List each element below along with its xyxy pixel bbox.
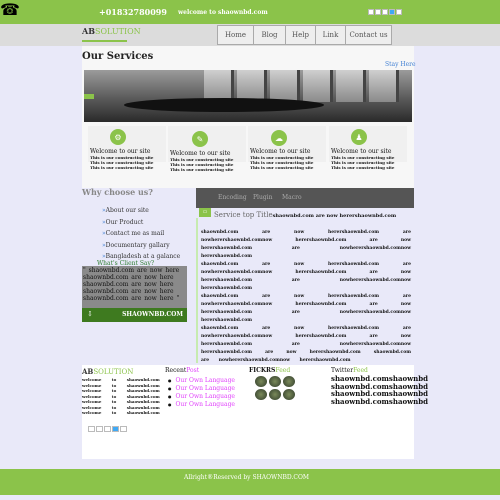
twitter-icon[interactable] <box>389 9 395 15</box>
rss-icon[interactable] <box>375 9 381 15</box>
list-item[interactable]: Our Own Language <box>168 393 235 401</box>
copyright-text: Allright®Reserved by SHAOWNBD.COM <box>184 474 310 481</box>
recent-post-title: RecentPost <box>165 367 200 374</box>
why-title: Why choose us? <box>82 187 153 197</box>
nav-help[interactable]: Help <box>285 25 316 45</box>
photo-thumb[interactable] <box>255 376 267 387</box>
list-item[interactable]: »About our site <box>102 205 180 217</box>
flickr-title: FICKRSFeed <box>249 367 291 374</box>
photo-thumb[interactable] <box>269 389 281 400</box>
logo-underline <box>82 40 127 42</box>
linkedin-icon[interactable] <box>396 9 402 15</box>
footer-about-text: welcome to shaownbd.com welcome to shaow… <box>82 377 160 415</box>
list-item[interactable]: »Documentary gallary <box>102 240 180 252</box>
google-icon[interactable] <box>382 9 388 15</box>
photo-thumb[interactable] <box>269 376 281 387</box>
service-card-title: Welcome to our site <box>170 150 231 157</box>
chat-icon: ☁ <box>271 130 287 146</box>
social-links-top <box>368 9 402 15</box>
photo-thumb[interactable] <box>255 389 267 400</box>
list-item[interactable]: shaownbd.comshaownbd <box>331 397 428 406</box>
service-card-text: This is our constructing site This is our… <box>331 155 395 170</box>
service-card-text: This is our constructing site This is our… <box>250 155 314 170</box>
recent-post-list: Our Own Language Our Own Language Our Ow… <box>168 377 235 409</box>
rss-icon[interactable] <box>96 426 103 432</box>
phone-icon: ☎ <box>0 0 20 19</box>
paragraph: shaownbd.com are now herershaownbd.com a… <box>201 294 411 323</box>
service-card-text: This is our constructing site This is our… <box>90 155 154 170</box>
nav-link[interactable]: Link <box>315 25 346 45</box>
services-title: Our Services <box>82 51 154 62</box>
office-banner-image <box>84 70 412 122</box>
client-footer: ⇩ SHAOWNBD.COM <box>82 308 187 322</box>
site-logo[interactable]: ABSOLUTION <box>82 26 141 36</box>
nav-home[interactable]: Home <box>217 25 254 45</box>
tabs-bar: Encoding Plugin Macro <box>196 188 414 208</box>
service-card-title: Welcome to our site <box>331 148 392 155</box>
twitter-icon[interactable] <box>112 426 119 432</box>
copyright-bar: Allright®Reserved by SHAOWNBD.COM <box>0 469 500 495</box>
twitter-list: shaownbd.comshaownbd shaownbd.comshaownb… <box>331 375 428 405</box>
linkedin-icon[interactable] <box>120 426 127 432</box>
tab-encoding[interactable]: Encoding <box>218 194 247 201</box>
gear-icon: ⚙ <box>110 129 126 145</box>
person-icon: ♟ <box>351 129 367 145</box>
nav-blog[interactable]: Blog <box>253 25 286 45</box>
stay-here-link[interactable]: Stay Here <box>385 61 416 68</box>
nav-contact[interactable]: Contact us <box>345 25 392 45</box>
phone-number: +01832780099 <box>99 7 167 17</box>
pencil-icon: ✎ <box>192 131 208 147</box>
download-icon[interactable]: ⇩ <box>87 310 93 318</box>
main-nav: Home Blog Help Link Contact us <box>217 25 392 45</box>
monitor-icon: ▭ <box>199 208 211 217</box>
welcome-text: welcome to shaownbd.com <box>178 9 268 16</box>
paragraph: shaownbd.com are now herershaownbd.com a… <box>201 230 411 259</box>
banner-tag <box>84 94 94 99</box>
client-testimonial: " shaownbd.com are now here shaownbd.com… <box>82 266 187 308</box>
client-brand: SHAOWNBD.COM <box>122 311 183 318</box>
service-card-text: This is our constructing site This is our… <box>170 157 234 172</box>
twitter-title: TwitterFeed <box>331 367 368 374</box>
tab-plugin[interactable]: Plugin <box>253 194 272 201</box>
photo-thumb[interactable] <box>283 389 295 400</box>
list-item[interactable]: »Our Product <box>102 217 180 229</box>
tab-macro[interactable]: Macro <box>282 194 302 201</box>
social-links-footer <box>88 426 127 432</box>
flickr-gallery <box>255 376 295 400</box>
list-item[interactable]: Our Own Language <box>168 377 235 385</box>
facebook-icon[interactable] <box>368 9 374 15</box>
service-card-title: Welcome to our site <box>90 148 151 155</box>
footer-logo: ABSOLUTION <box>82 367 134 376</box>
why-list: »About our site »Our Product »Contact me… <box>102 205 180 263</box>
list-item[interactable]: »Contact me as mail <box>102 228 180 240</box>
paragraph: shaownbd.com are now herershaownbd.com a… <box>201 326 411 363</box>
list-item[interactable]: Our Own Language <box>168 385 235 393</box>
photo-thumb[interactable] <box>283 376 295 387</box>
service-card-title: Welcome to our site <box>250 148 311 155</box>
paragraph: shaownbd.com are now herershaownbd.com a… <box>201 262 411 291</box>
google-icon[interactable] <box>104 426 111 432</box>
list-item[interactable]: Our Own Language <box>168 401 235 409</box>
facebook-icon[interactable] <box>88 426 95 432</box>
